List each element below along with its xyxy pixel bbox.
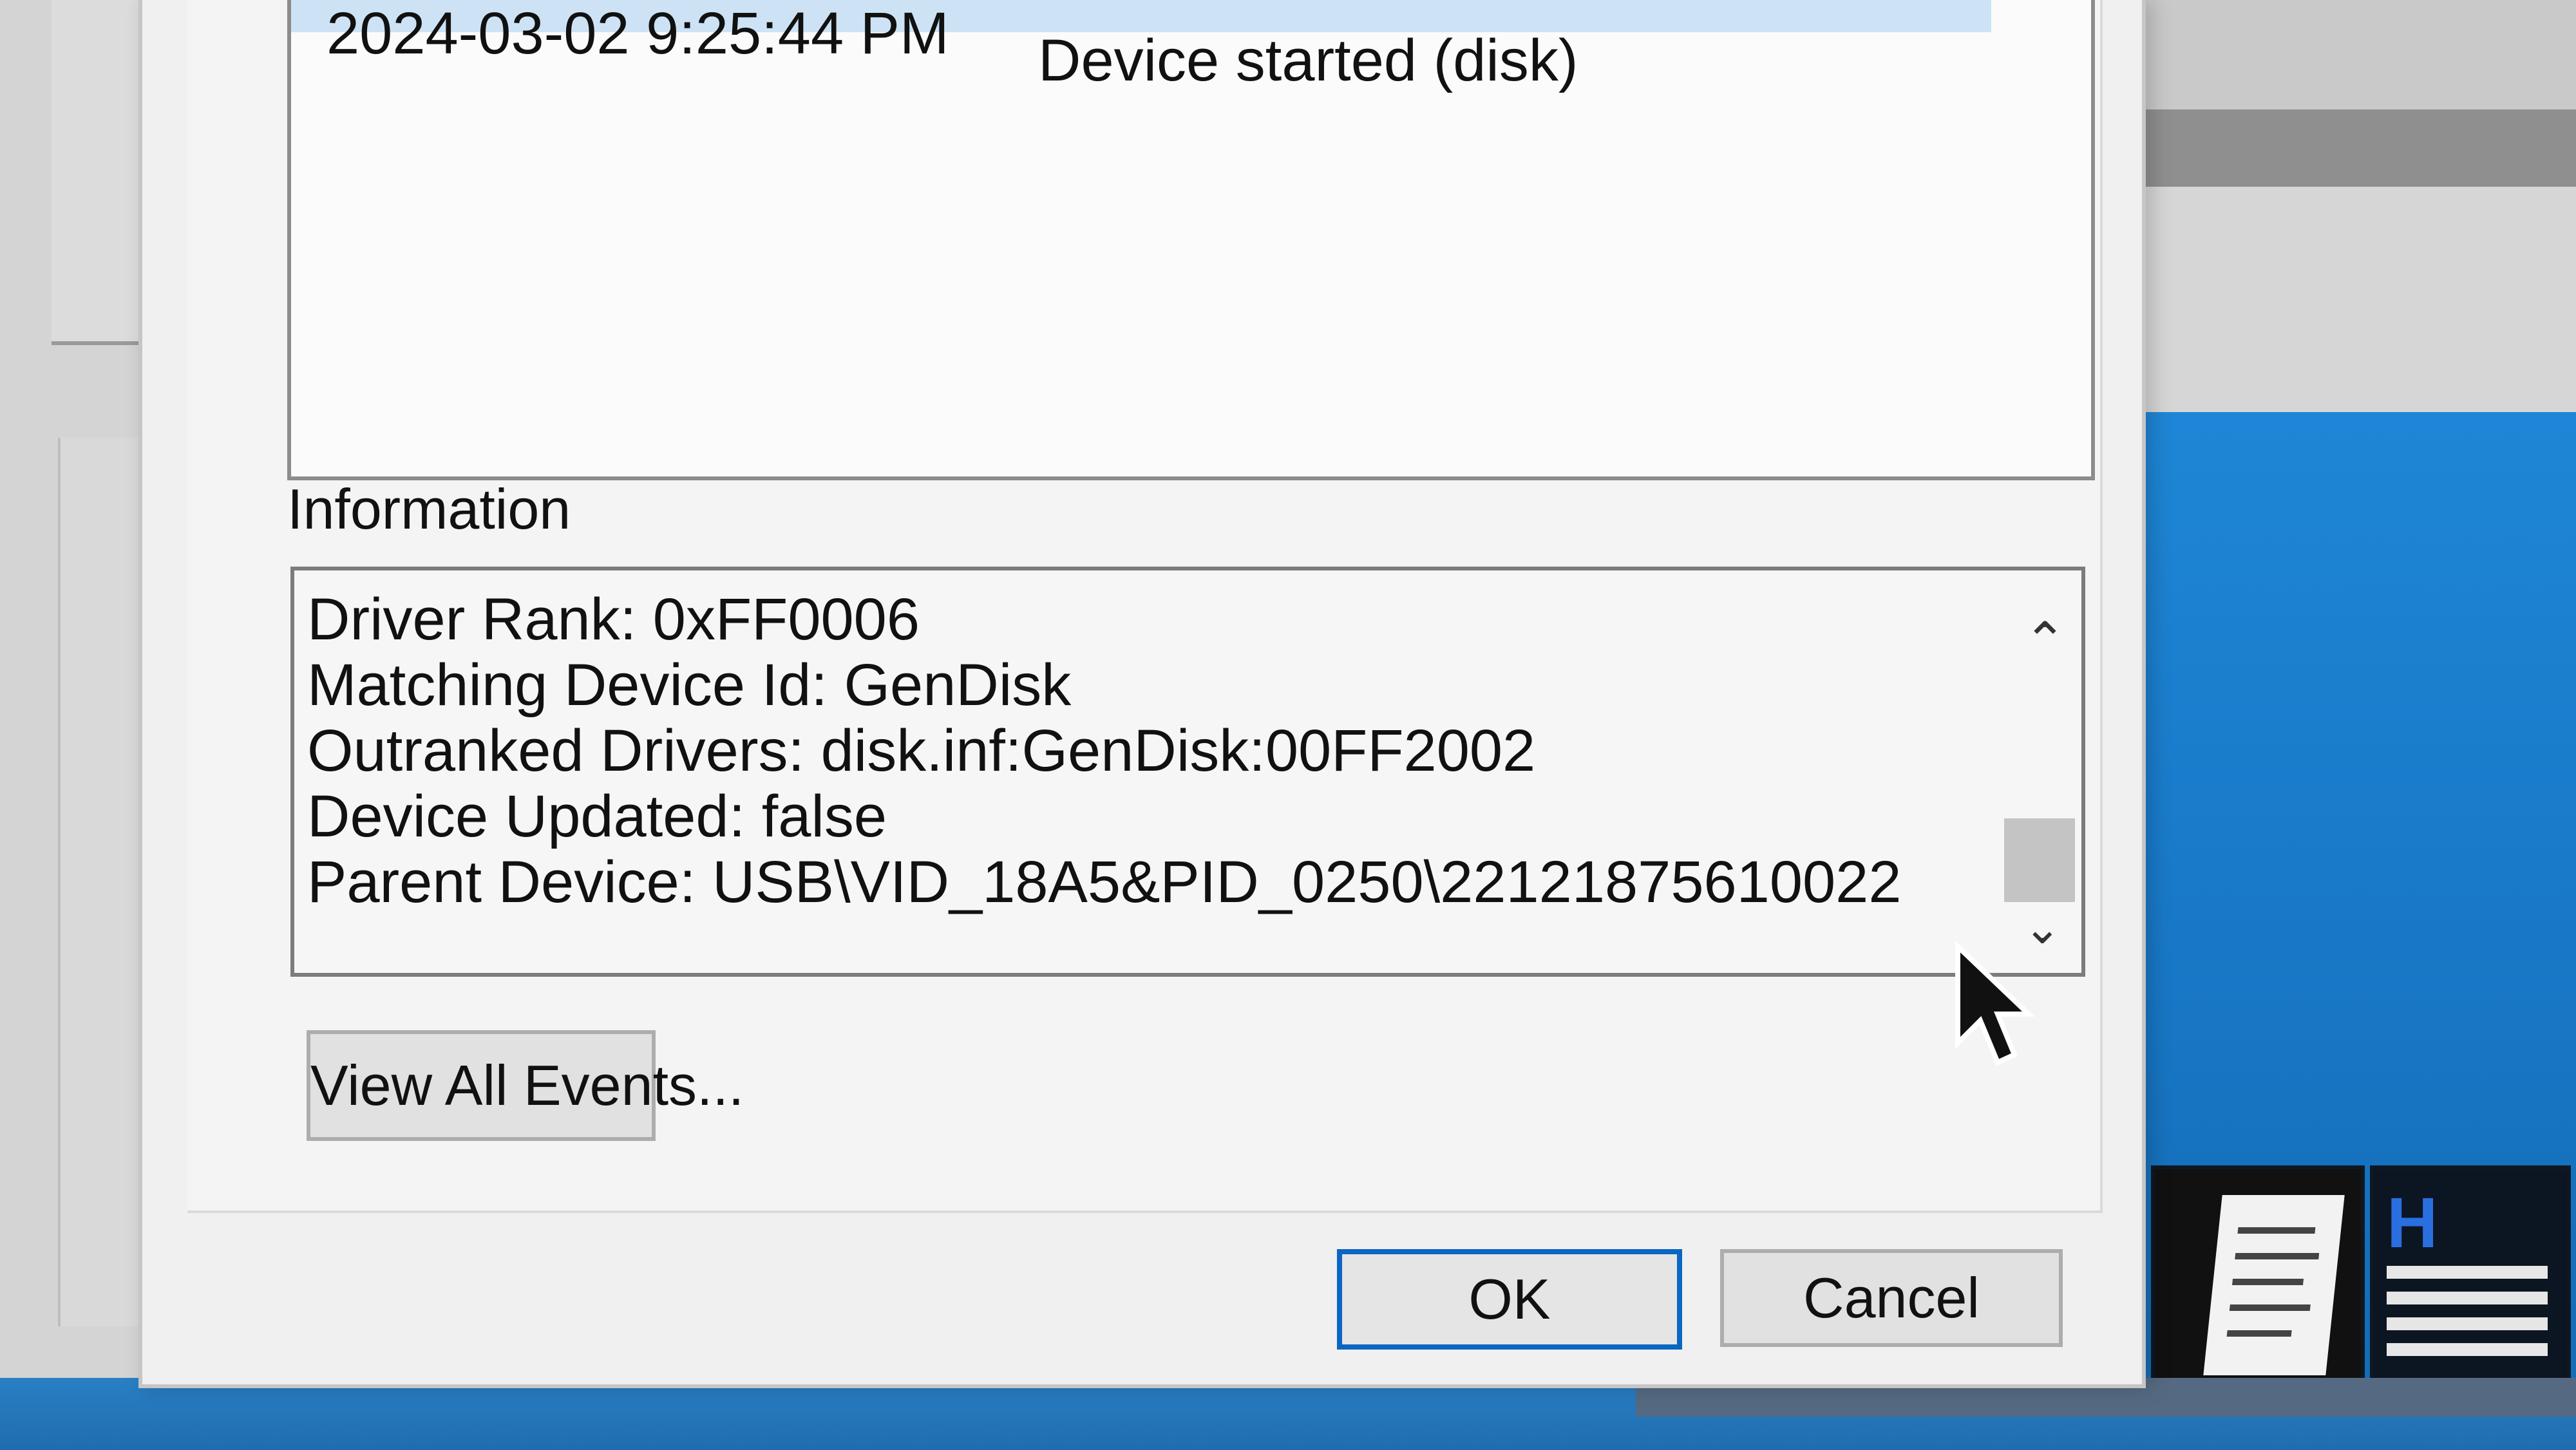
device-properties-dialog: 2024-03-02 9:25:44 PM Device started (di… [138,0,2146,1388]
background-window-panel [52,0,146,345]
mouse-pointer-icon [1955,940,2035,1066]
events-tab-panel: 2024-03-02 9:25:44 PM Device started (di… [187,0,2103,1213]
info-line-driver-rank: Driver Rank: 0xFF0006 [307,587,920,652]
view-all-events-button[interactable]: View All Events... [307,1030,744,1141]
information-scrollbar[interactable]: ⌃ ⌄ [2004,590,2075,957]
screen: H 2024-03-02 9:25:44 PM Device started (… [0,0,2576,1450]
chevron-up-icon[interactable]: ⌃ [2023,616,2067,667]
event-date: 2024-03-02 9:25:44 PM [327,1,949,66]
background-right-bar [2138,109,2576,187]
ok-button[interactable]: OK [1337,1249,1682,1350]
information-lines: Driver Rank: 0xFF0006 Matching Device Id… [307,587,1982,915]
background-right-panel [2138,187,2576,419]
scrollbar-thumb[interactable] [2004,818,2075,902]
information-textbox[interactable]: Driver Rank: 0xFF0006 Matching Device Id… [290,567,2085,977]
info-line-matching-device-id: Matching Device Id: GenDisk [307,652,1072,718]
info-line-parent-device: Parent Device: USB\VID_18A5&PID_0250\221… [307,849,1902,915]
event-description: Device started (disk) [1038,28,1578,93]
information-label: Information [287,477,571,541]
info-line-device-updated: Device Updated: false [307,784,887,849]
cancel-button[interactable]: Cancel [1720,1249,2063,1347]
h-grid-app-icon[interactable]: H [2370,1165,2571,1386]
info-line-outranked-drivers: Outranked Drivers: disk.inf:GenDisk:00FF… [307,718,1536,784]
h-letter-glyph: H [2387,1183,2438,1263]
printer-paper [2203,1195,2345,1375]
printer-icon[interactable] [2151,1165,2365,1386]
events-list[interactable]: 2024-03-02 9:25:44 PM Device started (di… [287,0,2095,480]
